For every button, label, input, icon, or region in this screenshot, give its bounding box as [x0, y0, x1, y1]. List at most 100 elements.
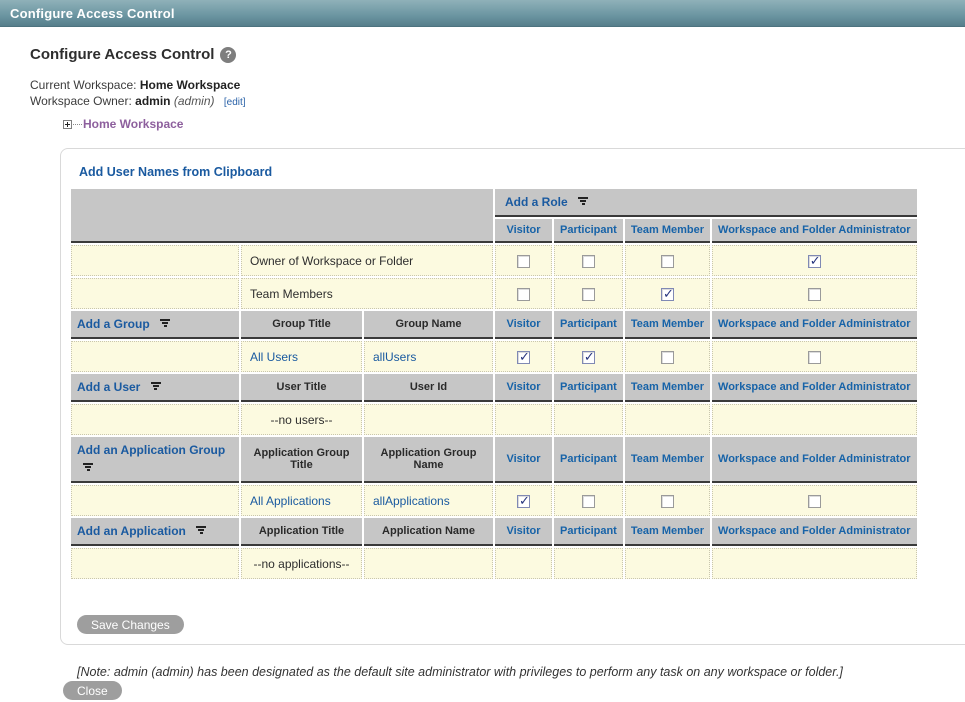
col-group-title: Group Title	[241, 311, 362, 339]
admin-cell	[712, 245, 917, 276]
add-user-names-clipboard-link[interactable]: Add User Names from Clipboard	[79, 165, 272, 179]
visitor-checkbox[interactable]	[517, 288, 530, 301]
user-header-row: Add a User User Title User Id Visitor Pa…	[71, 374, 917, 402]
team-member-checkbox[interactable]	[661, 255, 674, 268]
empty-cell	[625, 548, 710, 579]
filter-icon[interactable]	[196, 526, 206, 535]
participant-checkbox[interactable]	[582, 495, 595, 508]
workspace-owner-line: Workspace Owner: admin (admin) [edit]	[30, 93, 965, 111]
team-member-cell	[625, 245, 710, 276]
admin-cell	[712, 278, 917, 309]
empty-cell	[625, 404, 710, 435]
tree-connector	[73, 124, 82, 125]
window-title-bar: Configure Access Control	[0, 0, 965, 27]
team-member-checkbox[interactable]	[661, 495, 674, 508]
visitor-checkbox[interactable]	[517, 351, 530, 364]
tree-node-home-workspace[interactable]: Home Workspace	[83, 117, 183, 131]
allapplications-link[interactable]: allApplications	[373, 494, 450, 508]
participant-checkbox[interactable]	[582, 255, 595, 268]
visitor-checkbox[interactable]	[517, 495, 530, 508]
col-visitor: Visitor	[495, 518, 552, 546]
col-app-group-name: Application Group Name	[364, 437, 493, 483]
empty-cell	[554, 548, 623, 579]
row-blank-cell	[71, 404, 239, 435]
filter-icon[interactable]	[160, 319, 170, 328]
add-group-link[interactable]: Add a Group	[77, 317, 150, 331]
col-visitor: Visitor	[495, 219, 552, 243]
add-application-group-link[interactable]: Add an Application Group	[77, 443, 225, 457]
admin-checkbox[interactable]	[808, 351, 821, 364]
save-changes-button[interactable]: Save Changes	[77, 615, 184, 634]
visitor-cell	[495, 245, 552, 276]
role-header-add-cell: Add a Role	[495, 189, 917, 217]
col-visitor: Visitor	[495, 437, 552, 483]
app-group-header-row: Add an Application Group Application Gro…	[71, 437, 917, 483]
no-users-cell: --no users--	[241, 404, 362, 435]
empty-cell	[364, 548, 493, 579]
current-workspace-line: Current Workspace: Home Workspace	[30, 77, 965, 93]
filter-icon[interactable]	[151, 382, 161, 391]
no-applications-cell: --no applications--	[241, 548, 362, 579]
all-users-link[interactable]: All Users	[250, 350, 298, 364]
col-team-member: Team Member	[625, 311, 710, 339]
app-header-add-cell: Add an Application	[71, 518, 239, 546]
participant-cell	[554, 278, 623, 309]
row-blank-cell	[71, 548, 239, 579]
col-ws-folder-admin: Workspace and Folder Administrator	[712, 437, 917, 483]
role-header-row: Add a Role	[71, 189, 917, 217]
workspace-meta: Current Workspace: Home Workspace Worksp…	[30, 77, 965, 111]
col-team-member: Team Member	[625, 374, 710, 402]
access-control-panel: Add User Names from Clipboard Add a Role…	[60, 148, 965, 645]
col-ws-folder-admin: Workspace and Folder Administrator	[712, 374, 917, 402]
app-group-title-cell: All Applications	[241, 485, 362, 516]
empty-cell	[495, 404, 552, 435]
all-applications-link[interactable]: All Applications	[250, 494, 331, 508]
row-blank-cell	[71, 278, 239, 309]
access-control-table: Add a Role Visitor Participant Team Memb…	[69, 187, 919, 581]
participant-checkbox[interactable]	[582, 288, 595, 301]
add-user-link[interactable]: Add a User	[77, 380, 140, 394]
team-member-checkbox[interactable]	[661, 351, 674, 364]
col-visitor: Visitor	[495, 374, 552, 402]
row-blank-cell	[71, 485, 239, 516]
admin-checkbox[interactable]	[808, 495, 821, 508]
role-header-blank	[71, 189, 493, 243]
group-name-cell: allUsers	[364, 341, 493, 372]
app-group-header-add-cell: Add an Application Group	[71, 437, 239, 483]
help-icon[interactable]: ?	[220, 47, 236, 63]
edit-owner-link[interactable]: [edit]	[224, 97, 246, 108]
add-application-link[interactable]: Add an Application	[77, 524, 186, 538]
allusers-link[interactable]: allUsers	[373, 350, 416, 364]
tree-expand-icon[interactable]	[63, 120, 72, 129]
participant-cell	[554, 245, 623, 276]
filter-icon[interactable]	[578, 197, 588, 206]
participant-cell	[554, 341, 623, 372]
row-blank-cell	[71, 245, 239, 276]
group-header-row: Add a Group Group Title Group Name Visit…	[71, 311, 917, 339]
admin-checkbox[interactable]	[808, 255, 821, 268]
team-member-cell	[625, 341, 710, 372]
table-row: All Applications allApplications	[71, 485, 917, 516]
empty-cell	[712, 548, 917, 579]
col-participant: Participant	[554, 219, 623, 243]
visitor-cell	[495, 278, 552, 309]
add-role-link[interactable]: Add a Role	[505, 195, 568, 209]
visitor-cell	[495, 341, 552, 372]
workspace-owner-label: Workspace Owner:	[30, 94, 132, 108]
col-application-title: Application Title	[241, 518, 362, 546]
team-member-cell	[625, 485, 710, 516]
admin-checkbox[interactable]	[808, 288, 821, 301]
table-row: --no applications--	[71, 548, 917, 579]
team-member-cell	[625, 278, 710, 309]
close-button[interactable]: Close	[63, 681, 122, 700]
empty-cell	[554, 404, 623, 435]
visitor-checkbox[interactable]	[517, 255, 530, 268]
team-member-checkbox[interactable]	[661, 288, 674, 301]
col-participant: Participant	[554, 437, 623, 483]
col-ws-folder-admin: Workspace and Folder Administrator	[712, 518, 917, 546]
filter-icon[interactable]	[83, 463, 93, 472]
workspace-owner-id: (admin)	[174, 94, 215, 108]
workspace-owner-name: admin	[135, 94, 170, 108]
participant-checkbox[interactable]	[582, 351, 595, 364]
current-workspace-label: Current Workspace:	[30, 78, 136, 92]
